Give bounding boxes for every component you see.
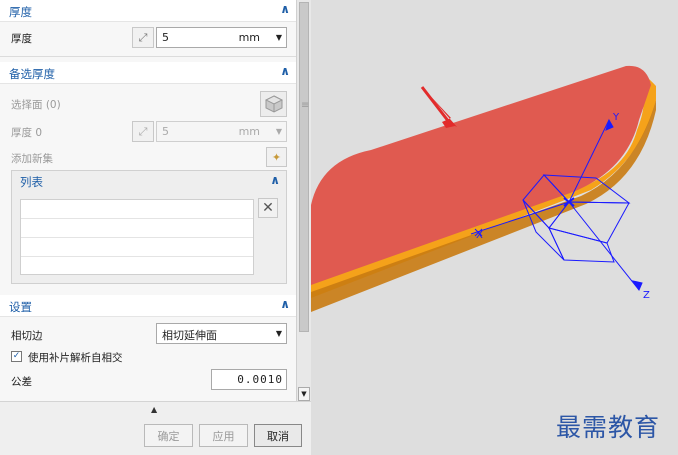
- tangent-edge-select[interactable]: 相切延伸面 ▼: [156, 323, 287, 344]
- measure-icon[interactable]: ⤢: [132, 27, 154, 48]
- x-axis-label: X: [476, 230, 483, 241]
- chevron-down-icon[interactable]: ▼: [276, 127, 282, 136]
- graphics-viewport[interactable]: X Y Z: [311, 0, 678, 455]
- self-intersect-checkbox[interactable]: ✓: [11, 351, 22, 362]
- z-axis-label: Z: [643, 290, 650, 301]
- shell-dialog-panel: 厚度 ∧ 厚度 ⤢ 5 mm ▼ 备选厚度 ∧ 选择面 (0) 厚度 0 ⤢ 5…: [0, 0, 296, 401]
- self-intersect-label: 使用补片解析自相交: [28, 352, 123, 364]
- list-item[interactable]: [21, 238, 253, 257]
- thickness-input[interactable]: 5 mm ▼: [156, 27, 287, 48]
- model-view: X Y Z: [311, 65, 656, 312]
- cancel-button[interactable]: 取消: [254, 424, 302, 447]
- tolerance-input[interactable]: 0.0010: [211, 369, 287, 390]
- scrollbar-thumb[interactable]: [299, 2, 309, 332]
- select-face-cube-icon[interactable]: [260, 91, 287, 117]
- thickness-section-header[interactable]: 厚度 ∧: [0, 0, 296, 22]
- thickness0-input[interactable]: 5 mm ▼: [156, 121, 287, 142]
- list-item[interactable]: [21, 219, 253, 238]
- add-set-label: 添加新集: [11, 153, 53, 165]
- list-header[interactable]: 列表 ∧: [12, 171, 286, 193]
- tangent-edge-label: 相切边: [11, 330, 43, 342]
- selected-top-face: [311, 65, 651, 286]
- list-table[interactable]: [20, 199, 254, 275]
- settings-section-title: 设置: [9, 300, 32, 314]
- alt-thickness-section-title: 备选厚度: [9, 67, 55, 81]
- thickness0-unit: mm: [238, 125, 260, 138]
- list-item[interactable]: [21, 257, 253, 276]
- collapse-caret-icon[interactable]: ∧: [280, 2, 290, 16]
- dialog-footer: ▲ 确定 应用 取消: [0, 401, 311, 455]
- collapse-up-icon[interactable]: ▲: [151, 405, 157, 414]
- list-title: 列表: [20, 175, 43, 189]
- apply-button[interactable]: 应用: [199, 424, 248, 447]
- thickness-unit: mm: [238, 31, 260, 44]
- collapse-caret-icon[interactable]: ∧: [280, 64, 290, 78]
- alt-thickness-section-header[interactable]: 备选厚度 ∧: [0, 62, 296, 84]
- divider: [0, 56, 296, 57]
- thickness-value: 5: [162, 31, 169, 44]
- resize-grip-icon[interactable]: ≡: [301, 100, 309, 111]
- thickness-section-title: 厚度: [9, 5, 32, 19]
- list-item[interactable]: [21, 200, 253, 219]
- watermark-text: 最需教育: [556, 413, 661, 442]
- select-face-label: 选择面 (0): [11, 99, 61, 111]
- settings-section-header[interactable]: 设置 ∧: [0, 295, 296, 317]
- ok-button[interactable]: 确定: [144, 424, 193, 447]
- add-set-icon[interactable]: ✦: [266, 147, 287, 167]
- tolerance-value: 0.0010: [237, 373, 283, 386]
- list-group: 列表 ∧ ✕: [11, 170, 287, 284]
- tangent-edge-value: 相切延伸面: [162, 329, 217, 342]
- remove-close-icon[interactable]: ✕: [258, 198, 278, 218]
- direction-arrow-shaft: [420, 86, 454, 127]
- thickness0-label: 厚度 0: [11, 127, 43, 139]
- y-axis-label: Y: [612, 112, 620, 123]
- scroll-down-icon[interactable]: ▼: [298, 387, 310, 401]
- thickness0-value: 5: [162, 125, 169, 138]
- collapse-caret-icon[interactable]: ∧: [270, 173, 280, 187]
- chevron-down-icon[interactable]: ▼: [276, 329, 282, 338]
- thickness-label: 厚度: [11, 33, 32, 45]
- tolerance-label: 公差: [11, 376, 32, 388]
- panel-scrollbar[interactable]: ▼: [296, 0, 311, 403]
- chevron-down-icon[interactable]: ▼: [276, 33, 282, 42]
- measure-icon[interactable]: ⤢: [132, 121, 154, 142]
- collapse-caret-icon[interactable]: ∧: [280, 297, 290, 311]
